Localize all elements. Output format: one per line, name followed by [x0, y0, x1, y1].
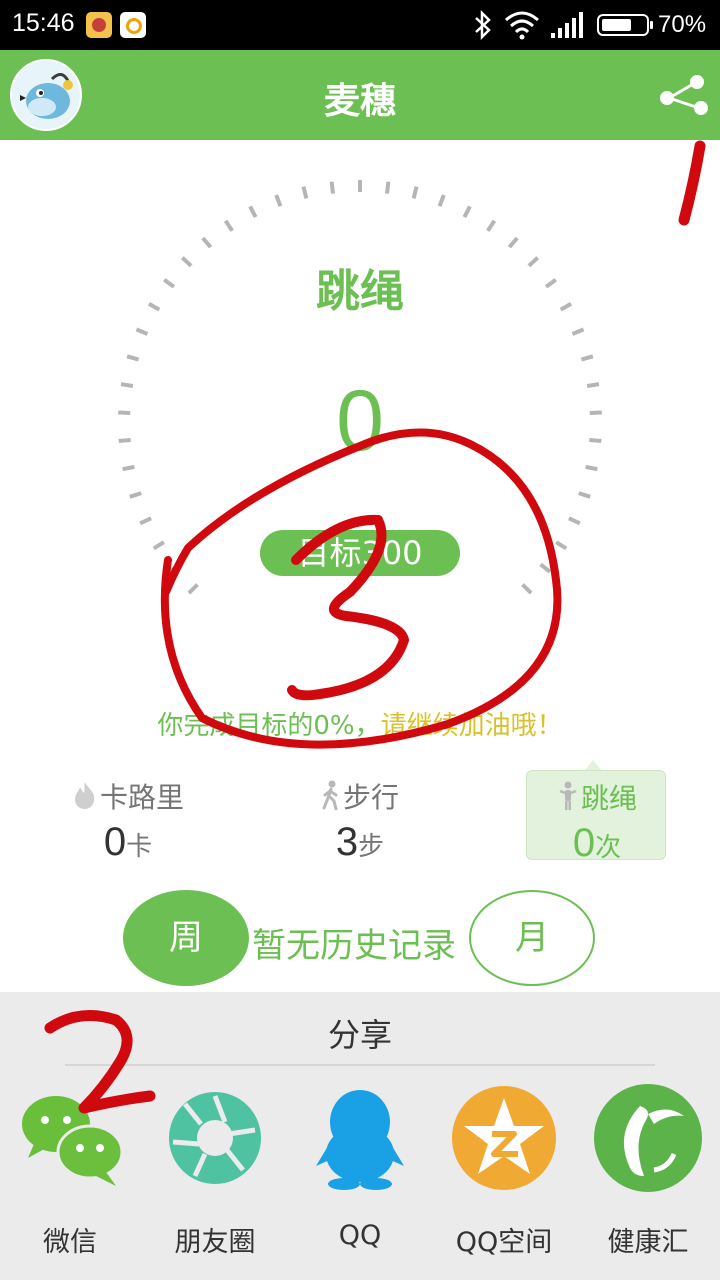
dial-tick — [329, 181, 335, 194]
stat-label-text: 卡路里 — [99, 781, 184, 814]
progress-message-part: 你完成目标的0%， — [157, 711, 381, 741]
dial-tick — [486, 219, 497, 232]
stat-number: 3 — [335, 820, 359, 864]
share-wechat[interactable]: 微信 — [0, 1084, 140, 1274]
stat-unit: 步 — [358, 832, 385, 862]
page-title: 麦穗 — [323, 81, 396, 122]
goal-badge[interactable]: 目标300 — [260, 530, 460, 576]
share-qq[interactable]: QQ — [290, 1084, 430, 1274]
app-header: 麦穗 — [0, 50, 720, 140]
flame-icon — [74, 782, 95, 809]
dial-tick — [578, 491, 591, 499]
share-qzone[interactable]: QQ空间 — [434, 1084, 574, 1274]
share-icon[interactable] — [655, 70, 711, 122]
dial-tick — [411, 186, 419, 199]
battery-icon — [597, 14, 653, 36]
stat-value: 3步 — [290, 820, 430, 865]
stat-number: 0 — [572, 821, 596, 865]
dial-tick — [507, 236, 519, 249]
dial-tick — [437, 194, 446, 207]
stat-number: 0 — [103, 820, 127, 864]
dial-tick — [274, 194, 283, 207]
walker-icon — [322, 780, 338, 810]
progress-message-part: 请继续加油哦！ — [380, 711, 563, 741]
jump-rope-icon — [559, 781, 577, 810]
battery-percent: 70% — [658, 11, 707, 38]
dial-tick — [152, 540, 165, 551]
wifi-icon — [505, 11, 539, 40]
divider — [65, 1064, 655, 1066]
status-time: 15:46 — [12, 9, 75, 37]
dial-tick — [126, 354, 140, 362]
dial-tick — [568, 516, 581, 526]
dial-tick — [301, 186, 309, 199]
dial-tick — [129, 491, 142, 499]
status-bar: 15:46 70% — [0, 0, 720, 50]
share-panel: 分享 微信 朋友圈 QQ QQ空间 健康汇 — [0, 992, 720, 1280]
dial-tick — [201, 236, 213, 249]
dial-tick — [187, 583, 199, 595]
activity-label: 跳绳 — [316, 266, 404, 317]
dial-tick — [248, 205, 258, 219]
stat-jump-rope[interactable]: 跳绳 0次 — [526, 770, 667, 865]
dial-tick — [462, 205, 472, 219]
month-button[interactable]: 月 — [469, 890, 595, 986]
stat-value: 0卡 — [58, 820, 198, 865]
moments-icon — [169, 1092, 261, 1184]
dial-tick — [580, 354, 594, 362]
dial-tick — [571, 327, 585, 336]
share-label: 微信 — [43, 1227, 97, 1258]
wechat-icon — [22, 1096, 124, 1186]
stat-label: 卡路里 — [58, 776, 198, 816]
share-label: 健康汇 — [607, 1227, 689, 1258]
notification-app-icon — [120, 12, 146, 38]
count-value: 0 — [336, 373, 384, 469]
dial-tick — [539, 562, 552, 574]
stat-label-text: 跳绳 — [580, 782, 637, 815]
stat-unit: 次 — [595, 833, 622, 863]
qzone-icon — [452, 1086, 556, 1190]
dial-tick — [521, 583, 533, 595]
share-label: QQ空间 — [455, 1227, 553, 1258]
qq-icon — [316, 1090, 404, 1190]
history-status: 暂无历史记录 — [252, 926, 456, 966]
dial-tick — [168, 562, 181, 574]
stat-label-text: 步行 — [342, 781, 399, 814]
share-label: 朋友圈 — [174, 1227, 256, 1258]
dial-tick — [139, 516, 152, 526]
share-health-hub[interactable]: 健康汇 — [578, 1084, 718, 1274]
dial-tick — [223, 219, 234, 232]
share-label: QQ — [338, 1220, 382, 1251]
stat-value: 0次 — [527, 821, 667, 866]
health-hub-icon — [594, 1084, 702, 1192]
stat-walking[interactable]: 步行 3步 — [290, 770, 430, 864]
stat-calories[interactable]: 卡路里 0卡 — [58, 770, 198, 864]
signal-icon — [551, 12, 583, 38]
dial-tick — [385, 181, 391, 194]
bluetooth-icon — [475, 10, 491, 40]
selection-pointer — [585, 760, 601, 770]
dial-tick — [555, 540, 568, 551]
week-button[interactable]: 周 — [123, 890, 249, 986]
share-title: 分享 — [327, 1016, 392, 1054]
share-moments[interactable]: 朋友圈 — [145, 1084, 285, 1274]
progress-message: 你完成目标的0%，请继续加油哦！ — [0, 705, 720, 742]
dial-tick — [135, 327, 149, 336]
stat-label: 跳绳 — [527, 777, 667, 817]
stat-unit: 卡 — [126, 832, 153, 862]
stat-label: 步行 — [290, 776, 430, 816]
notification-app-icon — [86, 12, 112, 38]
